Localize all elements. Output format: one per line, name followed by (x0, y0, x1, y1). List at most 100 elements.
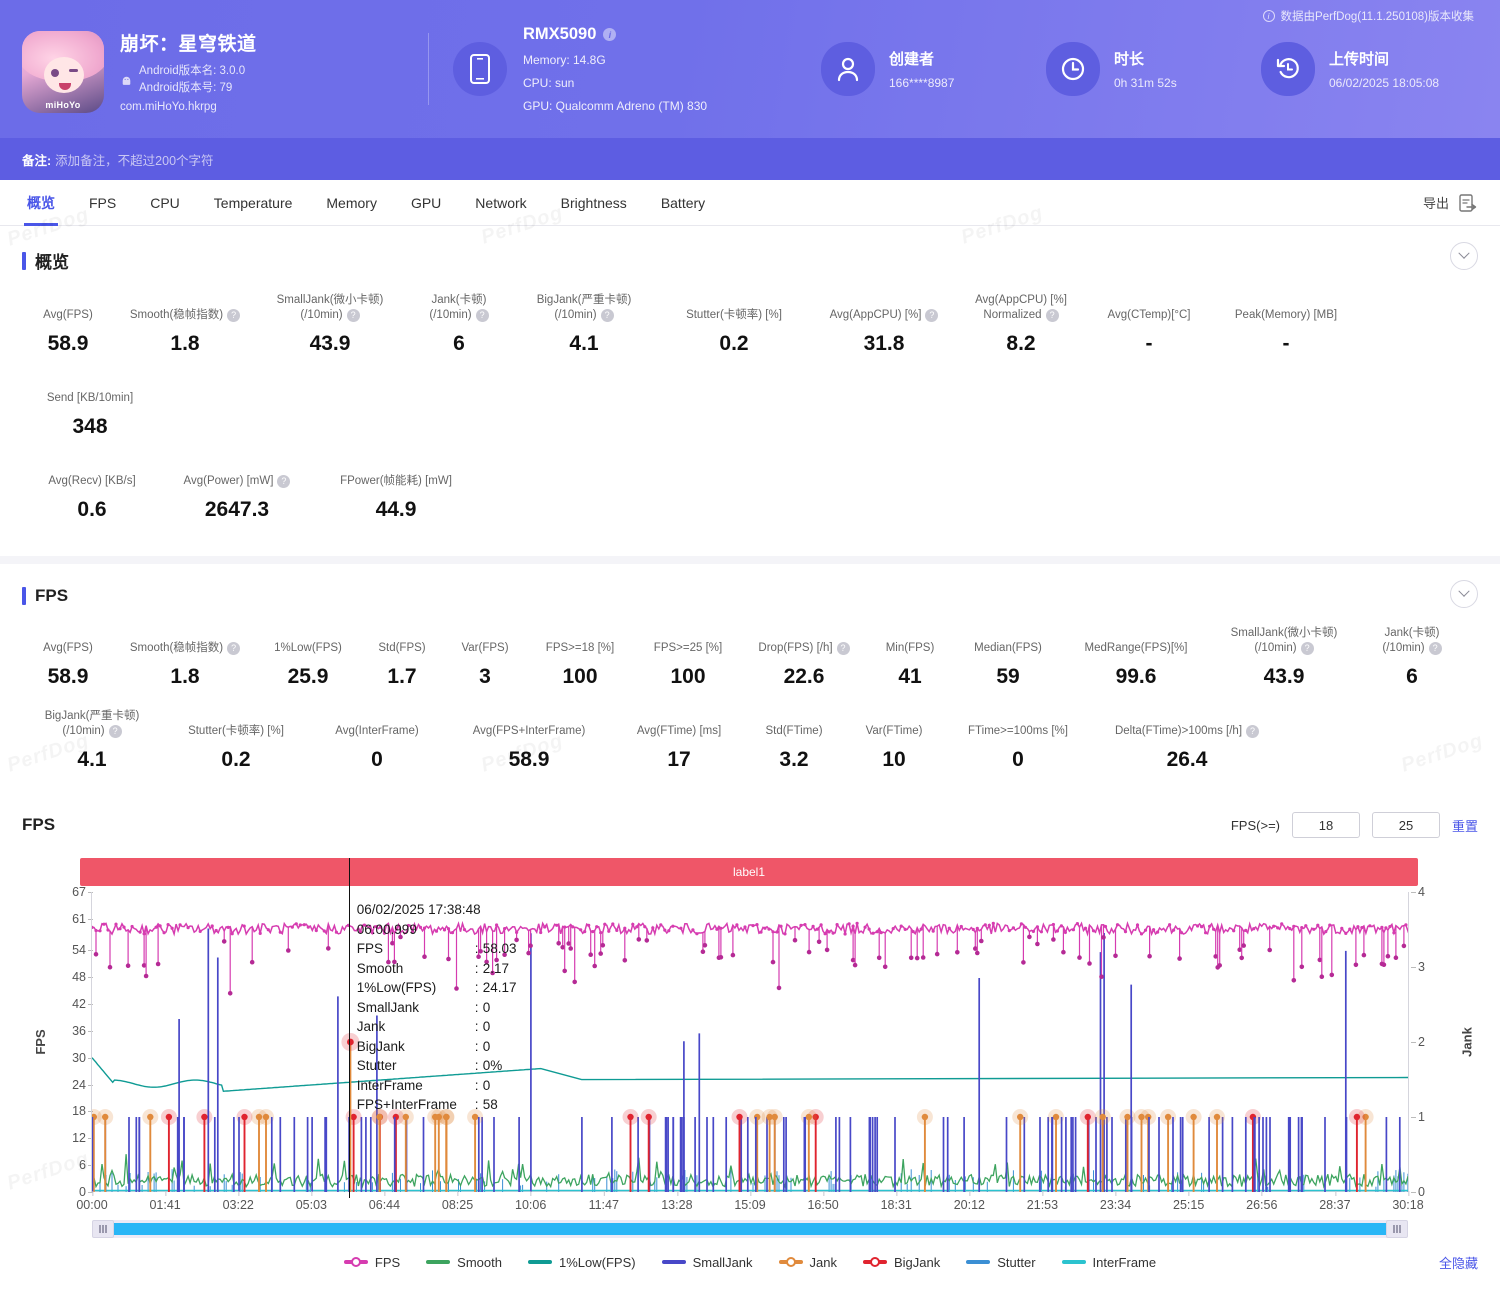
metric-label-2: (/10min) (300, 309, 343, 321)
tab-overview[interactable]: 概览 (10, 180, 72, 226)
fps-chart-canvas[interactable] (92, 892, 1408, 1192)
metric-item: MedRange(FPS)[%] 99.6 (1062, 624, 1210, 707)
metric-value: 3.2 (779, 748, 809, 771)
metric-value: 3 (479, 665, 491, 688)
metric-label: Avg(FPS) (43, 309, 93, 321)
device-name: RMX5090 (523, 25, 597, 43)
reset-button[interactable]: 重置 (1452, 816, 1478, 835)
legend-item[interactable]: InterFrame (1061, 1255, 1156, 1270)
y-tick: 48 (48, 970, 93, 984)
legend-item[interactable]: Smooth (426, 1255, 502, 1270)
metric-label: Min(FPS) (885, 642, 935, 654)
x-tick: 26:56 (1246, 1191, 1277, 1212)
help-icon[interactable]: ? (600, 309, 614, 322)
metric-item: Avg(FPS+InterFrame) 58.9 (444, 707, 614, 790)
tab-gpu[interactable]: GPU (394, 180, 458, 226)
chart-range-scrollbar[interactable] (92, 1220, 1408, 1238)
help-icon[interactable]: ? (1246, 725, 1260, 738)
fps-threshold-input-2[interactable] (1371, 812, 1440, 838)
scrollbar-handle-left[interactable] (92, 1220, 114, 1238)
metric-label: Stutter(卡顿率) [%] (188, 725, 284, 737)
x-tick: 28:37 (1319, 1191, 1351, 1212)
note-input[interactable]: 添加备注，不超过200个字符 (55, 150, 213, 169)
metric-item: Peak(Memory) [MB] - (1210, 291, 1362, 374)
legend-label: 1%Low(FPS) (558, 1254, 636, 1270)
metric-label: Avg(FPS) (43, 642, 93, 654)
tab-temperature[interactable]: Temperature (197, 180, 310, 226)
y-tick: 6 (48, 1158, 93, 1172)
help-icon[interactable]: ? (227, 642, 241, 655)
y-tick: 36 (48, 1024, 93, 1038)
section-separator (0, 556, 1500, 564)
help-icon[interactable]: ? (1300, 642, 1314, 655)
legend-item[interactable]: 1%Low(FPS) (527, 1254, 636, 1270)
metric-value: 26.4 (1166, 748, 1208, 771)
y-tick: 24 (48, 1078, 93, 1092)
metric-label: Avg(InterFrame) (335, 725, 419, 737)
phone-icon (453, 42, 507, 96)
metric-label: Smooth(稳帧指数) (129, 642, 224, 654)
duration-value: 0h 31m 52s (1114, 76, 1177, 90)
device-info-icon[interactable]: i (603, 28, 617, 41)
device-memory: Memory: 14.8G (523, 53, 606, 67)
tab-fps[interactable]: FPS (72, 180, 133, 226)
legend-item[interactable]: FPS (343, 1254, 401, 1270)
info-icon: i (1262, 10, 1275, 22)
metric-value: 43.9 (1263, 665, 1305, 688)
help-icon[interactable]: ? (227, 309, 241, 322)
y2-tick: 4 (1411, 885, 1448, 899)
tab-network[interactable]: Network (458, 180, 543, 226)
help-icon[interactable]: ? (277, 475, 291, 488)
tab-brightness[interactable]: Brightness (544, 180, 644, 226)
x-tick: 00:00 (76, 1191, 108, 1212)
upload-label: 上传时间 (1329, 51, 1390, 68)
help-icon[interactable]: ? (346, 309, 360, 322)
legend-item[interactable]: BigJank (863, 1255, 940, 1270)
overview-title: 概览 (35, 253, 69, 272)
help-icon[interactable]: ? (836, 642, 850, 655)
metric-value: 41 (898, 665, 922, 688)
note-bar[interactable]: 备注: 添加备注，不超过200个字符 (0, 138, 1500, 180)
hide-all-button[interactable]: 全隐藏 (1439, 1253, 1478, 1272)
tab-cpu[interactable]: CPU (133, 180, 197, 226)
metric-label: Peak(Memory) [MB] (1234, 309, 1338, 321)
export-button[interactable]: 导出 (1423, 193, 1478, 213)
fps-section-header: FPS (0, 564, 1500, 608)
legend-item[interactable]: Jank (778, 1255, 837, 1270)
overview-metrics: Avg(FPS) 58.9 Smooth(稳帧指数)? 1.8 SmallJank(… (0, 273, 1500, 457)
legend-swatch (1061, 1260, 1086, 1264)
tab-battery[interactable]: Battery (644, 180, 722, 226)
tab-memory[interactable]: Memory (309, 180, 394, 226)
fps-collapse-button[interactable] (1450, 580, 1478, 608)
version-note-text: 数据由PerfDog(11.1.250108)版本收集 (1280, 11, 1474, 23)
device-cpu: CPU: sun (523, 76, 575, 90)
help-icon[interactable]: ? (108, 725, 122, 738)
section-accent-bar (22, 251, 26, 270)
help-icon[interactable]: ? (925, 309, 939, 322)
label-band[interactable]: label1 (80, 858, 1418, 886)
metric-label: Jank(卡顿) (431, 294, 487, 306)
x-tick: 05:03 (296, 1191, 327, 1212)
help-icon[interactable]: ? (1045, 309, 1059, 322)
scrollbar-handle-right[interactable] (1386, 1220, 1408, 1238)
metric-label: FTime>=100ms [%] (968, 725, 1068, 737)
metric-label: FPS>=25 [%] (653, 642, 723, 654)
legend-label: FPS (374, 1254, 401, 1270)
y-axis-label: FPS (33, 1029, 49, 1055)
export-label: 导出 (1422, 196, 1449, 211)
legend-item[interactable]: Stutter (966, 1255, 1036, 1270)
metric-item: Avg(FPS) 58.9 (22, 624, 114, 707)
creator-value: 166****8987 (889, 76, 955, 90)
device-block: RMX5090 i Memory: 14.8G CPU: sun GPU: Qu… (453, 25, 783, 113)
chart-cursor-line[interactable] (348, 858, 351, 1198)
metric-value: 58.9 (508, 748, 550, 771)
y2-axis-line (1408, 892, 1409, 1192)
overview-collapse-button[interactable] (1450, 242, 1478, 270)
app-icon: miHoYo (22, 31, 104, 113)
y-tick: 18 (48, 1104, 93, 1118)
y-tick: 54 (48, 943, 93, 957)
fps-threshold-input-1[interactable] (1291, 812, 1360, 838)
help-icon[interactable]: ? (475, 309, 489, 322)
help-icon[interactable]: ? (1428, 642, 1442, 655)
legend-item[interactable]: SmallJank (661, 1255, 753, 1270)
